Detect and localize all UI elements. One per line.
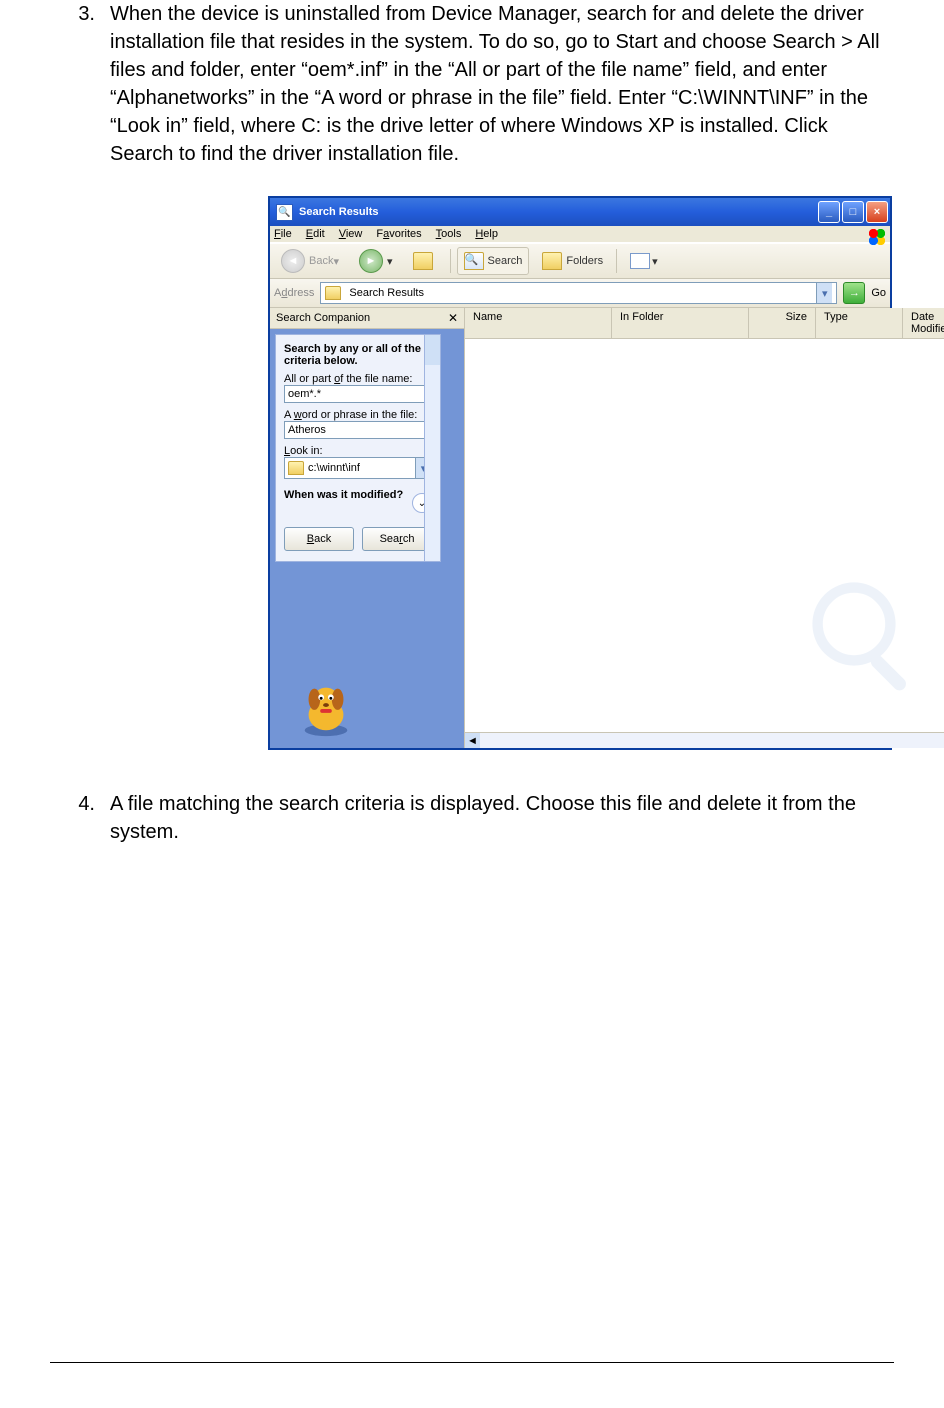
doc-step-4: 4. A file matching the search criteria i… [50,790,894,846]
filename-label: All or part of the file name: [284,373,432,385]
menu-tools[interactable]: Tools [436,228,462,240]
col-date[interactable]: Date Modified [903,308,944,338]
scrollbar[interactable] [424,335,440,561]
phrase-label: A word or phrase in the file: [284,409,432,421]
menu-favorites[interactable]: Favorites [376,228,421,240]
back-button[interactable]: ◄Back ▾ [274,247,346,275]
search-results-window: 🔍 Search Results _ □ × File Edit View Fa… [268,196,892,750]
step-text: When the device is uninstalled from Devi… [110,0,894,168]
doc-step-3: 3. When the device is uninstalled from D… [50,0,894,168]
go-label: Go [871,287,886,299]
minimize-button[interactable]: _ [818,201,840,223]
search-companion-header: Search Companion ✕ [270,308,464,329]
window-title: Search Results [299,206,378,218]
close-pane-icon[interactable]: ✕ [448,311,458,325]
address-label: Address [274,287,314,299]
modified-label: When was it modified? [284,489,403,501]
address-input[interactable]: Search Results ▾ [320,282,837,304]
search-criteria-card: Search by any or all of the criteria bel… [275,334,441,562]
search-button[interactable]: 🔍Search [457,247,530,275]
step-number: 3. [50,0,110,168]
address-value: Search Results [349,287,424,299]
forward-button[interactable]: ►▾ [352,247,400,275]
menu-file[interactable]: File [274,228,292,240]
column-headers: Name In Folder Size Type Date Modified [465,308,944,339]
search-dog-icon[interactable] [295,676,357,738]
results-pane: Name In Folder Size Type Date Modified ◄… [465,308,944,748]
col-size[interactable]: Size [749,308,816,338]
step-text: A file matching the search criteria is d… [110,790,894,846]
scroll-left-icon[interactable]: ◄ [465,733,480,748]
toolbar: ◄Back ▾ ►▾ 🔍Search Folders ▾ [270,243,890,279]
close-button[interactable]: × [866,201,888,223]
address-dropdown-icon[interactable]: ▾ [816,283,832,303]
criteria-heading: Search by any or all of the criteria bel… [284,343,421,367]
footer-divider [50,1362,894,1363]
col-infolder[interactable]: In Folder [612,308,749,338]
col-type[interactable]: Type [816,308,903,338]
menu-view[interactable]: View [339,228,363,240]
menu-help[interactable]: Help [475,228,498,240]
back-button[interactable]: Back [284,527,354,551]
search-button[interactable]: Search [362,527,432,551]
phrase-input[interactable] [284,421,432,439]
search-app-icon: 🔍 [276,204,293,221]
up-button[interactable] [406,247,444,275]
address-bar: Address Search Results ▾ → Go [270,279,890,308]
results-list[interactable] [465,339,944,732]
search-companion-pane: Search Companion ✕ Search by any or all … [270,308,465,748]
step-number: 4. [50,790,110,846]
filename-input[interactable] [284,385,432,403]
col-name[interactable]: Name [465,308,612,338]
maximize-button[interactable]: □ [842,201,864,223]
lookin-dropdown[interactable]: c:\winnt\inf ▾ [284,457,432,479]
views-button[interactable]: ▾ [623,247,665,275]
folder-icon [325,286,341,300]
folders-button[interactable]: Folders [535,247,610,275]
go-button[interactable]: → [843,282,865,304]
menu-edit[interactable]: Edit [306,228,325,240]
horizontal-scrollbar[interactable]: ◄ ► [465,732,944,748]
folder-icon [288,461,304,475]
title-bar[interactable]: 🔍 Search Results _ □ × [270,198,890,226]
lookin-label: Look in: [284,445,432,457]
menu-bar: File Edit View Favorites Tools Help [270,226,890,243]
windows-flag-icon [868,228,886,246]
magnifying-glass-icon [802,572,932,702]
